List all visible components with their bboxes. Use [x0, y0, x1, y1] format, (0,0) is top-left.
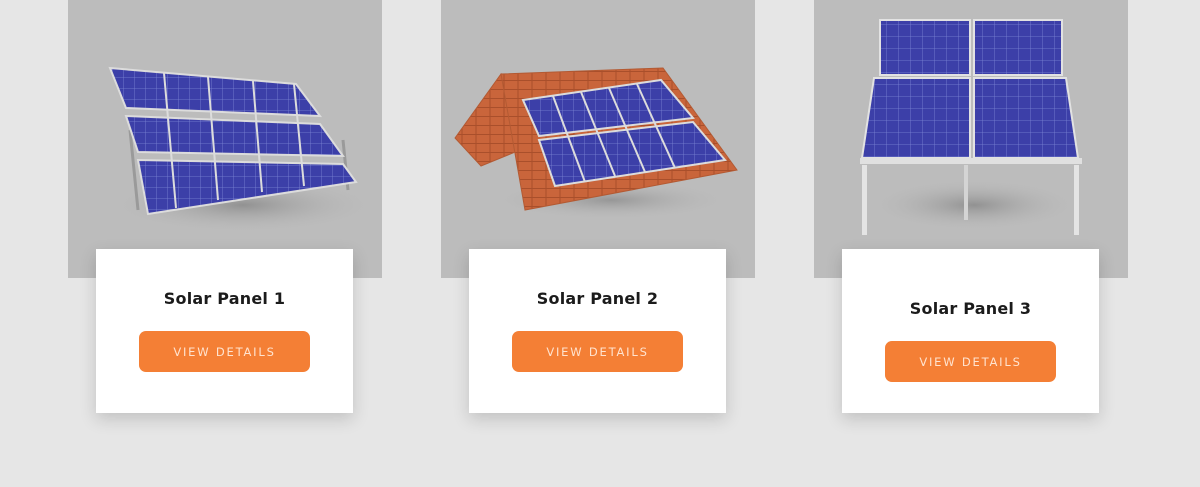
elevated-frame-solar-panels-icon [860, 19, 1082, 235]
view-details-button-1[interactable]: VIEW DETAILS [139, 331, 310, 372]
product-image-3[interactable] [814, 0, 1128, 278]
product-info-card-1: Solar Panel 1 VIEW DETAILS [96, 249, 353, 413]
ground-mounted-solar-panels-icon [108, 66, 378, 233]
view-details-button-2[interactable]: VIEW DETAILS [512, 331, 683, 372]
product-info-card-2: Solar Panel 2 VIEW DETAILS [469, 249, 726, 413]
view-details-button-3[interactable]: VIEW DETAILS [885, 341, 1056, 382]
product-image-2[interactable] [441, 0, 755, 278]
roof-mounted-solar-panels-icon [454, 67, 738, 220]
product-info-card-3: Solar Panel 3 VIEW DETAILS [842, 249, 1099, 413]
product-card-2: Solar Panel 2 VIEW DETAILS [441, 0, 755, 420]
product-card-3: Solar Panel 3 VIEW DETAILS [814, 0, 1128, 420]
product-image-1[interactable] [68, 0, 382, 278]
product-card-1: Solar Panel 1 VIEW DETAILS [68, 0, 382, 420]
product-title: Solar Panel 3 [909, 299, 1032, 318]
product-title: Solar Panel 2 [536, 289, 659, 308]
product-grid: Solar Panel 1 VIEW DETAILS Solar Panel 2… [0, 0, 1200, 487]
product-title: Solar Panel 1 [163, 289, 286, 308]
